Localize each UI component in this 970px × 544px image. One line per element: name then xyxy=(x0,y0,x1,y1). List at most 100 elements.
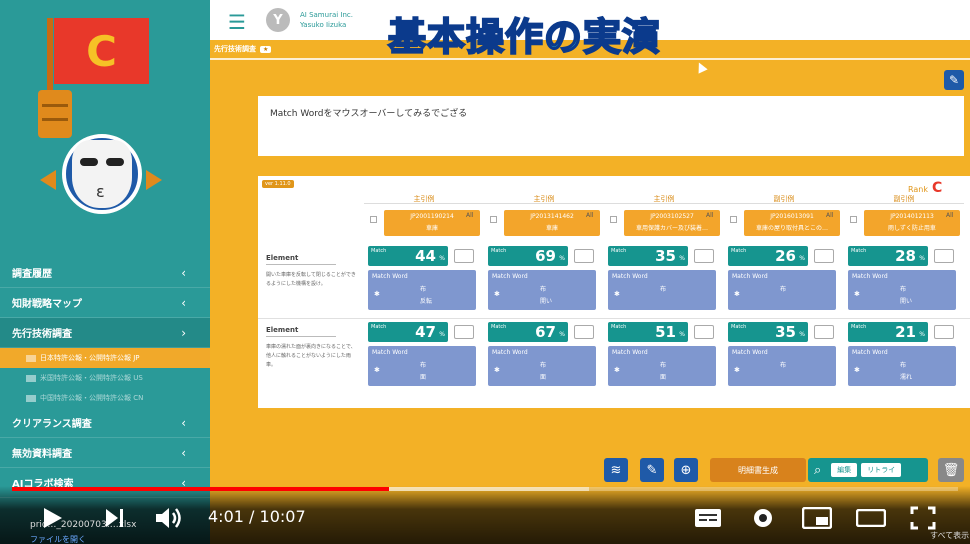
match-word-box[interactable]: Match Word ✱ 布濡れ xyxy=(848,346,956,386)
match-word-label: Match Word xyxy=(612,273,648,280)
all-toggle[interactable]: All xyxy=(706,212,713,219)
match-percent: % xyxy=(799,255,805,262)
sidebar-subitem-label: 米国特許公報・公開特許公報 US xyxy=(40,374,143,382)
select-checkbox[interactable] xyxy=(850,216,857,223)
match-word-label: Match Word xyxy=(852,349,888,356)
document-icon[interactable] xyxy=(454,325,474,339)
retry-button[interactable]: リトライ xyxy=(861,463,902,477)
search-icon[interactable]: ⌕ xyxy=(814,463,821,478)
patent-title: 車用保護カバー及び装着… xyxy=(635,225,708,232)
zoom-in-icon[interactable]: ⊕ xyxy=(674,458,698,482)
sidebar-subitem-cn[interactable]: 中国特許公報・公開特許公報 CN xyxy=(0,388,210,408)
select-checkbox[interactable] xyxy=(490,216,497,223)
document-icon[interactable] xyxy=(814,325,834,339)
document-icon[interactable] xyxy=(934,249,954,263)
chevron-icon: › xyxy=(181,325,186,340)
edit-button[interactable]: 編集 xyxy=(831,463,858,477)
select-checkbox[interactable] xyxy=(370,216,377,223)
next-icon[interactable] xyxy=(104,507,126,529)
sidebar-subitem-jp[interactable]: 日本特許公報・公開特許公報 JP xyxy=(0,348,210,368)
match-value: 69 xyxy=(535,247,556,265)
breadcrumb[interactable]: 先行技術調査 ★ xyxy=(214,44,272,54)
theater-mode-icon[interactable] xyxy=(856,509,886,527)
match-label: Match xyxy=(851,324,867,330)
match-word: 布 xyxy=(900,286,907,293)
hamburger-menu-icon[interactable]: ☰ xyxy=(228,10,246,34)
subtitles-icon[interactable] xyxy=(694,507,722,529)
generate-spec-button[interactable]: 明細書生成 xyxy=(710,458,806,482)
document-icon[interactable] xyxy=(574,325,594,339)
fullscreen-icon[interactable] xyxy=(910,506,936,530)
match-word-box[interactable]: Match Word ✱ 布 xyxy=(728,270,836,310)
sidebar-item-invalidity[interactable]: 無効資料調査 ‹ xyxy=(0,438,210,468)
progress-bar[interactable] xyxy=(12,487,958,491)
match-word-box[interactable]: Match Word ✱ 布面 xyxy=(488,346,596,386)
sidebar-item-ip-map[interactable]: 知財戦略マップ ‹ xyxy=(0,288,210,318)
match-label: Match xyxy=(371,324,387,330)
all-toggle[interactable]: All xyxy=(466,212,473,219)
comparison-panel: ver 1.11.0 Rank C Element 開いた車庫を反転して閉じること… xyxy=(258,176,970,408)
match-box: Match 35% xyxy=(608,246,688,266)
edit-icon[interactable]: ✎ xyxy=(640,458,664,482)
match-label: Match xyxy=(731,248,747,254)
document-icon[interactable] xyxy=(694,325,714,339)
match-value: 44 xyxy=(415,247,436,265)
document-icon[interactable] xyxy=(574,249,594,263)
all-toggle[interactable]: All xyxy=(946,212,953,219)
match-label: Match xyxy=(611,324,627,330)
match-score: Match 44% xyxy=(368,246,480,266)
match-word-box[interactable]: Match Word ✱ 布開い xyxy=(488,270,596,310)
match-percent: % xyxy=(799,331,805,338)
all-toggle[interactable]: All xyxy=(826,212,833,219)
match-percent: % xyxy=(559,255,565,262)
match-word-label: Match Word xyxy=(372,349,408,356)
sidebar-item-prior-art[interactable]: 先行技術調査 › xyxy=(0,318,210,348)
match-score: Match 26% xyxy=(728,246,840,266)
all-toggle[interactable]: All xyxy=(586,212,593,219)
match-word-box[interactable]: Match Word ✱ 布面 xyxy=(368,346,476,386)
document-icon[interactable] xyxy=(694,249,714,263)
match-label: Match xyxy=(851,248,867,254)
sidebar-subitem-us[interactable]: 米国特許公報・公開特許公報 US xyxy=(0,368,210,388)
match-word-box[interactable]: Match Word ✱ 布面 xyxy=(608,346,716,386)
edit-icon[interactable]: ✎ xyxy=(944,70,964,90)
avatar[interactable]: Y xyxy=(266,8,290,32)
match-word-box[interactable]: Match Word ✱ 布開い xyxy=(848,270,956,310)
match-word: 反転 xyxy=(420,298,433,305)
match-word-box[interactable]: Match Word ✱ 布 xyxy=(728,346,836,386)
patent-title: 車庫 xyxy=(545,225,558,232)
sidebar-item-history[interactable]: 調査履歴 ‹ xyxy=(0,258,210,288)
select-checkbox[interactable] xyxy=(610,216,617,223)
query-textbox[interactable]: Match Wordをマウスオーバーしてみるでござる xyxy=(258,96,964,156)
time-total: 10:07 xyxy=(259,507,306,526)
document-icon[interactable] xyxy=(814,249,834,263)
show-all-link[interactable]: すべて表示 xyxy=(930,530,969,541)
document-icon[interactable] xyxy=(934,325,954,339)
open-file-link[interactable]: ファイルを開く xyxy=(30,534,86,544)
match-value: 67 xyxy=(535,323,556,341)
mascot-eye-right xyxy=(106,158,124,166)
volume-icon[interactable] xyxy=(154,505,184,531)
reference-column: 主引例 All JP2013141462 車庫 Match 69% Match Word ✱ 布… xyxy=(484,194,604,406)
play-icon[interactable] xyxy=(42,506,64,530)
settings-gear-icon[interactable] xyxy=(750,505,776,531)
miniplayer-icon[interactable] xyxy=(802,507,832,529)
search-toolbar: ⌕ 編集 リトライ xyxy=(808,458,928,482)
sidebar-item-clearance[interactable]: クリアランス調査 ‹ xyxy=(0,408,210,438)
sidebar-item-label: クリアランス調査 xyxy=(12,419,92,430)
chevron-icon: ‹ xyxy=(181,295,186,310)
asterisk-icon: ✱ xyxy=(854,290,860,298)
element-2: Element 車庫の濡れた面が裏向きになることで、他人に触れることがないように… xyxy=(266,326,358,370)
match-score: Match 47% xyxy=(368,322,480,342)
document-icon[interactable] xyxy=(454,249,474,263)
layers-icon[interactable]: ≋ xyxy=(604,458,628,482)
trash-icon[interactable]: 🗑 xyxy=(938,458,964,482)
match-word-box[interactable]: Match Word ✱ 布反転 xyxy=(368,270,476,310)
match-word-box[interactable]: Match Word ✱ 布 xyxy=(608,270,716,310)
reference-column: 副引例 All JP2016013091 車庫の屋り取付具とこの… Match 26% Ma… xyxy=(724,194,844,406)
flag-icon xyxy=(26,354,36,362)
match-word: 布 xyxy=(420,362,427,369)
match-word-label: Match Word xyxy=(852,273,888,280)
select-checkbox[interactable] xyxy=(730,216,737,223)
match-percent: % xyxy=(919,331,925,338)
